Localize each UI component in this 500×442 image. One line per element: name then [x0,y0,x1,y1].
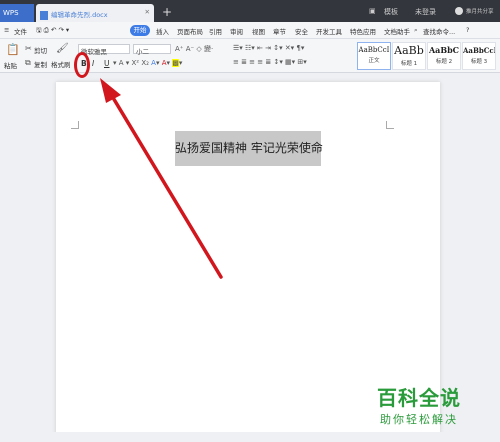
watermark-logo: 百科全说 助你轻松解决 [372,382,492,432]
annotation-arrow [100,78,223,279]
watermark-subtitle: 助你轻松解决 [380,413,458,426]
watermark-title: 百科全说 [377,386,461,410]
